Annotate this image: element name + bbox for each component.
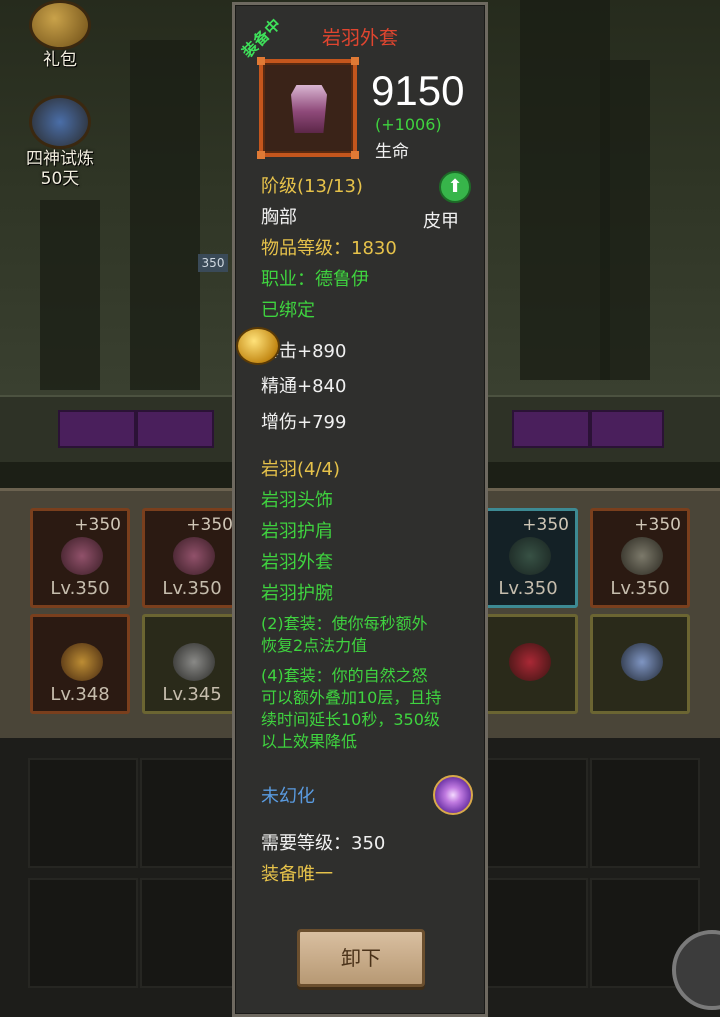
helm-item-icon [173, 537, 215, 575]
slot-level: Lv.350 [498, 578, 558, 599]
red-feather-icon [509, 643, 551, 681]
shoulder-item-icon [61, 537, 103, 575]
set-bonus-4: 以上效果降低 [261, 732, 358, 751]
item-tooltip: 装备中 岩羽外套 9150 (+1006) 生命 阶级(13/13) ⬆ 胸部 … [232, 2, 488, 1017]
item-slot: 胸部 [261, 207, 297, 228]
trial-days: 50天 [40, 169, 80, 189]
gift-label: 礼包 [43, 50, 77, 70]
four-gods-trial-button[interactable]: 四神试炼 50天 [10, 95, 110, 189]
offhand-item-icon [621, 537, 663, 575]
equipment-slot[interactable]: +350 Lv.350 [590, 508, 690, 608]
ring-item-icon [173, 643, 215, 681]
unique-equip: 装备唯一 [261, 864, 333, 885]
set-piece: 岩羽外套 [261, 552, 333, 573]
set-bonus-2: (2)套装：使你每秒额外 [261, 614, 428, 633]
equipment-slot[interactable] [590, 614, 690, 714]
set-title: 岩羽(4/4) [261, 459, 341, 480]
slot-enhance: +350 [634, 515, 681, 535]
slot-level: Lv.345 [162, 684, 222, 705]
equipment-slot[interactable]: +350 Lv.350 [478, 508, 578, 608]
item-name: 岩羽外套 [321, 27, 398, 49]
slot-enhance: +350 [186, 515, 233, 535]
bag-cell[interactable] [28, 758, 138, 868]
chest-armor-icon [291, 85, 327, 133]
equipment-slot[interactable]: +350 Lv.350 [142, 508, 242, 608]
transmog-status: 未幻化 [261, 786, 315, 807]
set-bonus-4: 可以额外叠加10层，且持 [261, 688, 442, 707]
skill-bar-slot [136, 410, 214, 448]
unequip-button[interactable]: 卸下 [297, 929, 425, 987]
equipment-slot[interactable]: +350 Lv.350 [30, 508, 130, 608]
skill-bar-slot [58, 410, 136, 448]
bag-cell[interactable] [478, 878, 588, 988]
item-icon-frame [257, 57, 359, 159]
bound-status: 已绑定 [261, 300, 315, 321]
set-bonus-4: (4)套装：你的自然之怒 [261, 666, 428, 685]
hp-tag: 350 [198, 254, 228, 272]
skill-bar-slot [512, 410, 590, 448]
class-requirement: 职业：德鲁伊 [261, 269, 369, 290]
equipment-slot[interactable]: Lv.345 [142, 614, 242, 714]
slot-level: Lv.350 [610, 578, 670, 599]
transmog-orb-icon[interactable] [433, 775, 473, 815]
set-piece: 岩羽护腕 [261, 583, 333, 604]
trial-icon [29, 95, 91, 149]
slot-level: Lv.350 [50, 578, 110, 599]
skill-bar-slot [590, 410, 664, 448]
blue-feather-icon [621, 643, 663, 681]
stat-line: 增伤+799 [261, 412, 347, 433]
trial-label: 四神试炼 [26, 149, 94, 169]
armor-type: 皮甲 [423, 211, 459, 232]
upgrade-arrow-icon[interactable]: ⬆ [439, 171, 471, 203]
stat-line: 精通+840 [261, 376, 347, 397]
slot-enhance: +350 [522, 515, 569, 535]
set-bonus-2: 恢复2点法力值 [261, 636, 368, 655]
gold-coin-icon [236, 327, 280, 365]
set-piece: 岩羽护肩 [261, 521, 333, 542]
main-stat-bonus: (+1006) [375, 115, 442, 134]
item-grade: 阶级(13/13) [261, 176, 363, 197]
equipment-slot[interactable]: Lv.348 [30, 614, 130, 714]
bag-cell[interactable] [590, 758, 700, 868]
wing-item-icon [61, 643, 103, 681]
weapon-item-icon [509, 537, 551, 575]
main-stat-name: 生命 [375, 142, 409, 162]
equipment-slot[interactable] [478, 614, 578, 714]
required-level: 需要等级：350 [261, 833, 386, 854]
gift-pack-button[interactable]: 礼包 [10, 0, 110, 70]
bag-cell[interactable] [478, 758, 588, 868]
bag-cell[interactable] [28, 878, 138, 988]
main-stat-value: 9150 [371, 67, 465, 114]
slot-level: Lv.350 [162, 578, 222, 599]
set-piece: 岩羽头饰 [261, 490, 333, 511]
set-bonus-4: 续时间延长10秒，350级 [261, 710, 440, 729]
slot-level: Lv.348 [50, 684, 110, 705]
slot-enhance: +350 [74, 515, 121, 535]
gift-icon [29, 0, 91, 50]
item-level: 物品等级：1830 [261, 238, 397, 259]
